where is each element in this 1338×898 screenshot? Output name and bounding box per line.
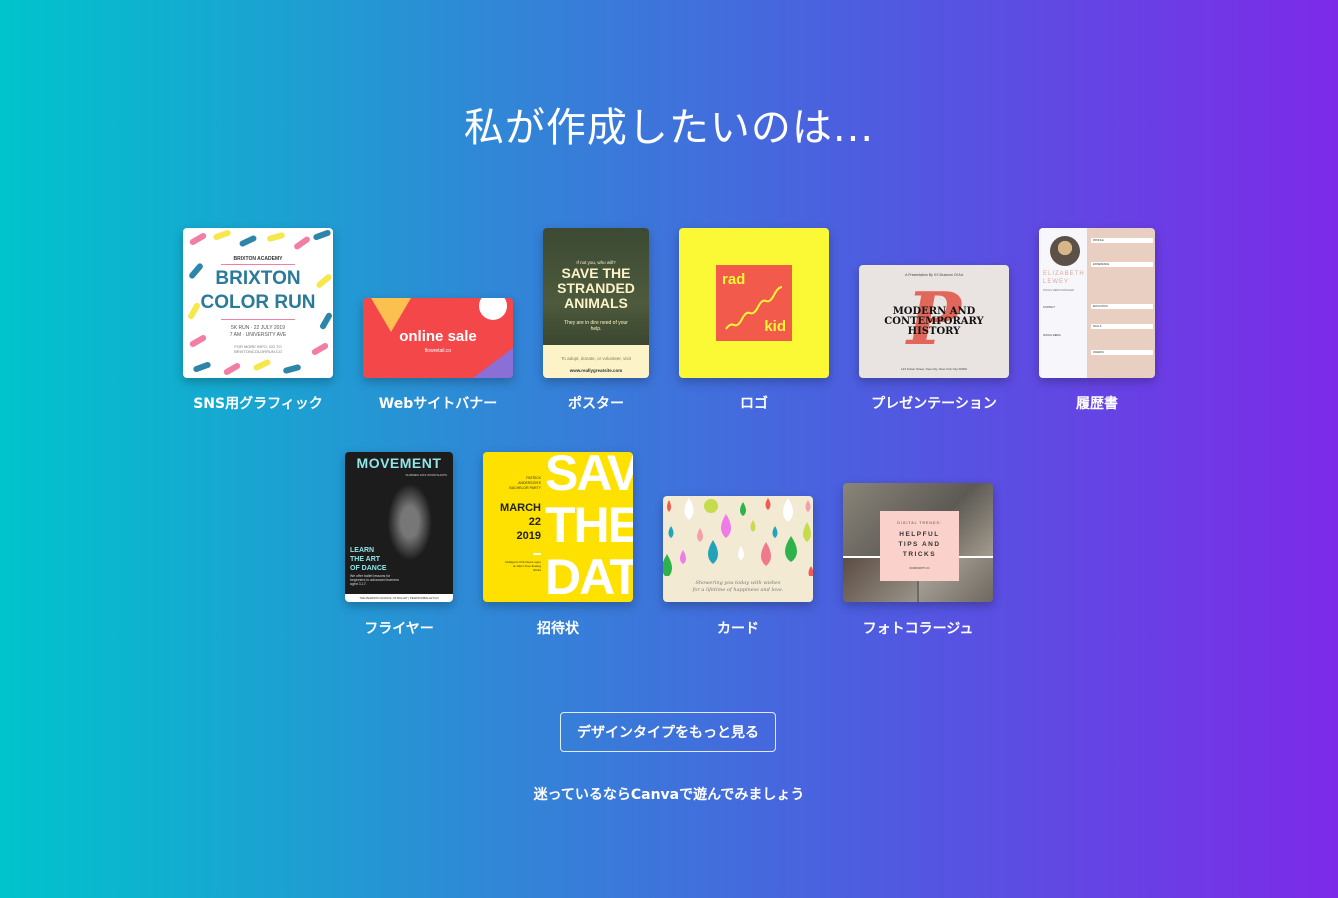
sns-headline-2: COLOR RUN xyxy=(200,292,316,313)
resume-thumbnail[interactable]: ELIZABETH LEWEY SOCIAL MEDIA MANAGER CON… xyxy=(1039,228,1155,378)
poster-thumbnail[interactable]: If not you, who will? SAVE THE STRANDED … xyxy=(543,228,649,378)
invite-big-word: SAVE xyxy=(545,452,633,501)
sns-line-4: BRIXTONCOLORRUN.CO xyxy=(234,349,282,354)
design-type-label[interactable]: フォトコラージュ xyxy=(818,618,1018,638)
invitation-thumbnail[interactable]: SAVE THE DATE PATRICK ANDERSON'S BACHELO… xyxy=(483,452,633,602)
poster-footer-1: To adopt, donate, or volunteer, visit xyxy=(561,356,631,361)
resume-section: PROFILE xyxy=(1091,238,1153,243)
resume-section: AWARDS xyxy=(1091,350,1153,355)
logo-word-2: kid xyxy=(764,318,786,335)
poster-footer-2: www.reallygreatsite.com xyxy=(569,368,623,373)
collage-headline: HELPFUL TIPS AND TRICKS xyxy=(898,531,941,558)
page-title: 私が作成したいのは... xyxy=(463,105,875,151)
flyer-tag: LEARN THE ART OF DANCE xyxy=(350,547,387,572)
play-with-canva-link[interactable]: 迷っているならCanvaで遊んでみましょう xyxy=(0,784,1338,804)
logo-word-1: rad xyxy=(722,271,746,288)
invite-date-month: MARCH xyxy=(500,502,541,514)
flyer-footer: THE PEARSON SCHOOL OF BALLET | PEARSONBA… xyxy=(345,594,453,602)
resume-section: SKILLS xyxy=(1091,324,1153,329)
design-type-label[interactable]: SNS用グラフィック xyxy=(158,393,358,413)
flyer-body: We offer ballet lessons for beginners to… xyxy=(350,574,400,586)
sns-graphic-thumbnail[interactable]: BRIXTON ACADEMY BRIXTON COLOR RUN 5K RUN… xyxy=(183,228,333,378)
resume-left-section: SOCIAL MEDIA xyxy=(1043,334,1061,337)
raindrops-icon xyxy=(663,498,813,576)
design-type-label[interactable]: ロゴ xyxy=(654,393,854,413)
card-thumbnail[interactable]: Showering you today with wishes for a li… xyxy=(663,496,813,602)
card-line-1: Showering you today with wishes xyxy=(695,580,781,586)
invite-details: Mulligan's Pub Doors open at 10pm Free f… xyxy=(505,560,541,572)
flyer-sub: SUMMER 2019 WORKSHOPS xyxy=(405,473,447,477)
presentation-thumbnail[interactable]: A Presentation By XX Museum Of Art P MOD… xyxy=(859,265,1009,378)
invite-host: PATRICK ANDERSON'S BACHELOR PARTY xyxy=(509,476,541,490)
sns-line-2: 7 AM · UNIVERSITY AVE xyxy=(229,332,287,338)
logo-thumbnail[interactable]: rad kid xyxy=(679,228,829,378)
flyer-thumbnail[interactable]: MOVEMENT SUMMER 2019 WORKSHOPS LEARN THE… xyxy=(345,452,453,602)
sns-headline-1: BRIXTON xyxy=(215,268,301,289)
invite-big-word: THE xyxy=(545,497,633,553)
invite-date-year: 2019 xyxy=(516,530,541,542)
resume-photo xyxy=(1050,236,1080,266)
collage-top-text: DIGITAL TRENDS: xyxy=(897,521,942,525)
presentation-headline: MODERN AND CONTEMPORARY HISTORY xyxy=(884,306,984,337)
photo-collage-thumbnail[interactable]: DIGITAL TRENDS: HELPFUL TIPS AND TRICKS … xyxy=(843,483,993,602)
invite-date-day: 22 xyxy=(528,516,541,528)
poster-sub: They are in dire need of your help. xyxy=(564,320,628,332)
design-type-label[interactable]: カード xyxy=(638,618,838,638)
design-type-label[interactable]: 履歴書 xyxy=(997,393,1197,413)
resume-name-2: LEWEY xyxy=(1043,279,1070,285)
card-line-2: for a lifetime of happiness and love. xyxy=(692,587,784,593)
resume-role: SOCIAL MEDIA MANAGER xyxy=(1043,289,1074,292)
sns-line-1: 5K RUN · 22 JULY 2019 xyxy=(230,325,285,331)
website-banner-thumbnail[interactable]: online sale flowretail.co xyxy=(363,298,513,378)
resume-section: EXPERIENCE xyxy=(1091,262,1153,267)
resume-left-section: CONTACT xyxy=(1043,306,1055,309)
resume-name-1: ELIZABETH xyxy=(1043,271,1085,277)
collage-footer: WORDSMITH.CO xyxy=(909,567,930,570)
presentation-footer: 123 Fulton Street, New City, New York Ci… xyxy=(901,367,967,371)
resume-section: EDUCATION xyxy=(1091,304,1153,309)
invite-big-word: DATE xyxy=(545,549,633,602)
poster-headline: SAVE THE STRANDED ANIMALS xyxy=(557,265,635,311)
banner-sub: flowretail.co xyxy=(424,348,452,354)
banner-headline: online sale xyxy=(399,328,477,345)
flyer-headline: MOVEMENT xyxy=(356,455,442,471)
sns-top-text: BRIXTON ACADEMY xyxy=(233,256,283,262)
more-design-types-button[interactable]: デザインタイプをもっと見る xyxy=(560,712,776,752)
design-type-label[interactable]: 招待状 xyxy=(458,618,658,638)
